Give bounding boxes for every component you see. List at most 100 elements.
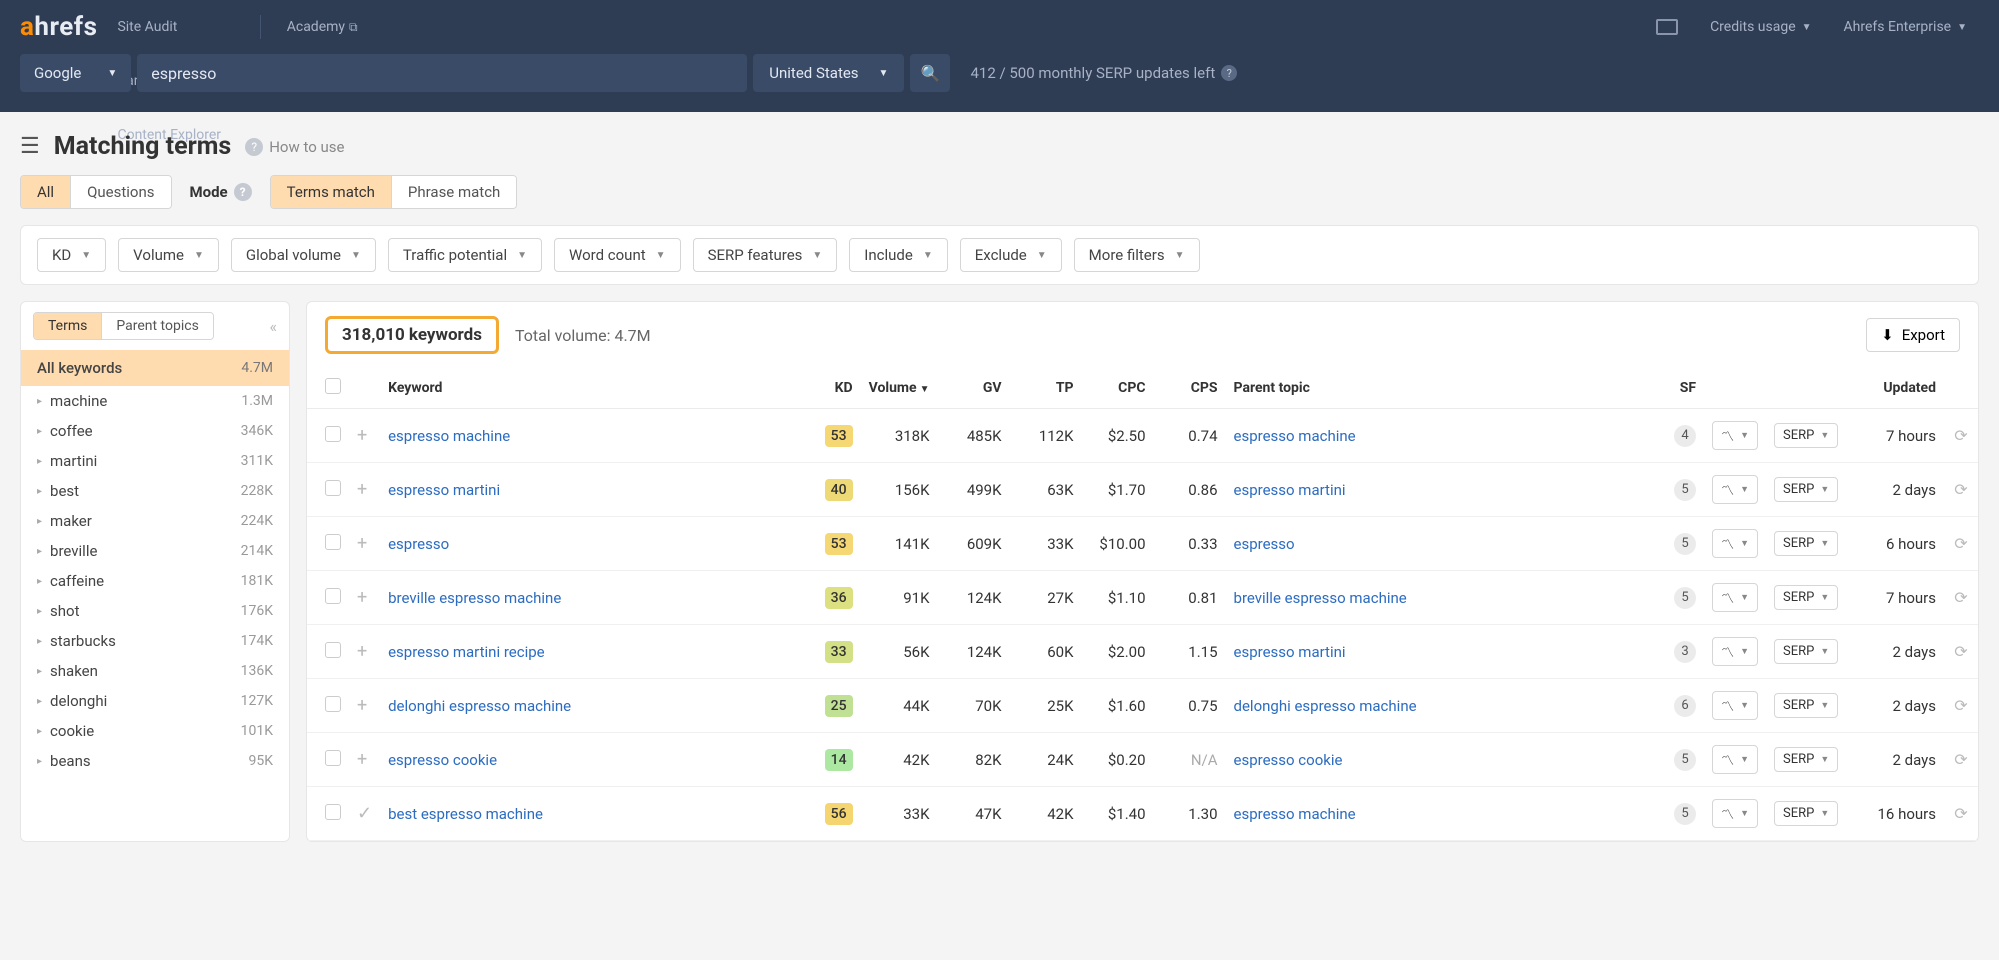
select-all-checkbox[interactable] [325,378,341,394]
col-parent[interactable]: Parent topic [1226,368,1659,409]
side-item-best[interactable]: ▸best228K [21,476,289,506]
trend-button[interactable]: 〽▼ [1712,799,1758,828]
col-kd[interactable]: KD [813,368,861,409]
row-checkbox[interactable] [325,480,341,496]
trend-button[interactable]: 〽▼ [1712,529,1758,558]
filter-kd[interactable]: KD▼ [37,238,106,272]
sf-badge[interactable]: 5 [1674,533,1696,555]
serp-button[interactable]: SERP▼ [1774,693,1838,718]
refresh-icon[interactable]: ⟳ [1954,480,1967,499]
nav-account[interactable]: Ahrefs Enterprise▼ [1832,0,1979,54]
row-checkbox[interactable] [325,534,341,550]
device-icon[interactable] [1656,19,1678,35]
add-icon[interactable]: + [357,587,367,608]
sf-badge[interactable]: 5 [1674,479,1696,501]
col-tp[interactable]: TP [1010,368,1082,409]
refresh-icon[interactable]: ⟳ [1954,534,1967,553]
row-checkbox[interactable] [325,588,341,604]
trend-button[interactable]: 〽▼ [1712,421,1758,450]
col-sf[interactable]: SF [1658,368,1704,409]
refresh-icon[interactable]: ⟳ [1954,426,1967,445]
side-parent-topics[interactable]: Parent topics [101,313,212,339]
trend-button[interactable]: 〽▼ [1712,637,1758,666]
serp-button[interactable]: SERP▼ [1774,801,1838,826]
side-item-martini[interactable]: ▸martini311K [21,446,289,476]
refresh-icon[interactable]: ⟳ [1954,642,1967,661]
filter-global-volume[interactable]: Global volume▼ [231,238,376,272]
sf-badge[interactable]: 5 [1674,803,1696,825]
sf-badge[interactable]: 5 [1674,587,1696,609]
keyword-link[interactable]: espresso martini [388,481,500,499]
col-gv[interactable]: GV [938,368,1010,409]
keyword-link[interactable]: espresso [388,535,449,553]
nav-site-audit[interactable]: Site Audit [105,0,245,54]
keyword-link[interactable]: delonghi espresso machine [388,697,571,715]
nav-credits[interactable]: Credits usage▼ [1698,0,1823,54]
filter-serp-features[interactable]: SERP features▼ [693,238,838,272]
parent-topic-link[interactable]: espresso machine [1234,427,1356,445]
trend-button[interactable]: 〽▼ [1712,475,1758,504]
refresh-icon[interactable]: ⟳ [1954,804,1967,823]
row-checkbox[interactable] [325,696,341,712]
keyword-input[interactable] [137,54,747,92]
serp-button[interactable]: SERP▼ [1774,585,1838,610]
row-checkbox[interactable] [325,426,341,442]
serp-button[interactable]: SERP▼ [1774,423,1838,448]
add-icon[interactable]: + [357,479,367,500]
filter-exclude[interactable]: Exclude▼ [960,238,1062,272]
sf-badge[interactable]: 5 [1674,749,1696,771]
menu-icon[interactable]: ☰ [20,134,40,159]
col-cpc[interactable]: CPC [1082,368,1154,409]
side-item-shaken[interactable]: ▸shaken136K [21,656,289,686]
add-icon[interactable]: + [357,749,367,770]
row-checkbox[interactable] [325,750,341,766]
side-item-maker[interactable]: ▸maker224K [21,506,289,536]
side-item-shot[interactable]: ▸shot176K [21,596,289,626]
help-icon[interactable]: ? [1221,65,1237,81]
trend-button[interactable]: 〽▼ [1712,583,1758,612]
keyword-link[interactable]: espresso martini recipe [388,643,545,661]
type-questions[interactable]: Questions [70,176,170,208]
col-volume[interactable]: Volume▼ [861,368,938,409]
add-icon[interactable]: + [357,533,367,554]
col-keyword[interactable]: Keyword [380,368,813,409]
parent-topic-link[interactable]: espresso machine [1234,805,1356,823]
keyword-link[interactable]: espresso cookie [388,751,497,769]
add-icon[interactable]: + [357,425,367,446]
side-item-coffee[interactable]: ▸coffee346K [21,416,289,446]
col-cps[interactable]: CPS [1154,368,1226,409]
refresh-icon[interactable]: ⟳ [1954,588,1967,607]
side-item-cookie[interactable]: ▸cookie101K [21,716,289,746]
how-to-use[interactable]: ?How to use [245,138,344,156]
search-button[interactable]: 🔍 [910,54,950,92]
parent-topic-link[interactable]: espresso martini [1234,643,1346,661]
sf-badge[interactable]: 3 [1674,641,1696,663]
search-engine-select[interactable]: Google▼ [20,54,131,92]
trend-button[interactable]: 〽▼ [1712,745,1758,774]
trend-button[interactable]: 〽▼ [1712,691,1758,720]
serp-button[interactable]: SERP▼ [1774,747,1838,772]
add-icon[interactable]: + [357,695,367,716]
export-button[interactable]: ⬇Export [1866,318,1960,352]
add-icon[interactable]: + [357,641,367,662]
side-item-starbucks[interactable]: ▸starbucks174K [21,626,289,656]
parent-topic-link[interactable]: breville espresso machine [1234,589,1407,607]
row-checkbox[interactable] [325,804,341,820]
side-item-all[interactable]: All keywords4.7M [21,350,289,386]
refresh-icon[interactable]: ⟳ [1954,750,1967,769]
filter-volume[interactable]: Volume▼ [118,238,219,272]
parent-topic-link[interactable]: espresso cookie [1234,751,1343,769]
col-updated[interactable]: Updated [1852,368,1944,409]
serp-button[interactable]: SERP▼ [1774,477,1838,502]
check-icon[interactable]: ✓ [357,803,372,824]
row-checkbox[interactable] [325,642,341,658]
refresh-icon[interactable]: ⟳ [1954,696,1967,715]
parent-topic-link[interactable]: espresso [1234,535,1295,553]
side-item-delonghi[interactable]: ▸delonghi127K [21,686,289,716]
side-terms[interactable]: Terms [34,313,101,339]
serp-button[interactable]: SERP▼ [1774,531,1838,556]
keyword-link[interactable]: breville espresso machine [388,589,561,607]
keyword-link[interactable]: best espresso machine [388,805,543,823]
filter-more-filters[interactable]: More filters▼ [1074,238,1200,272]
match-terms-match[interactable]: Terms match [271,176,391,208]
